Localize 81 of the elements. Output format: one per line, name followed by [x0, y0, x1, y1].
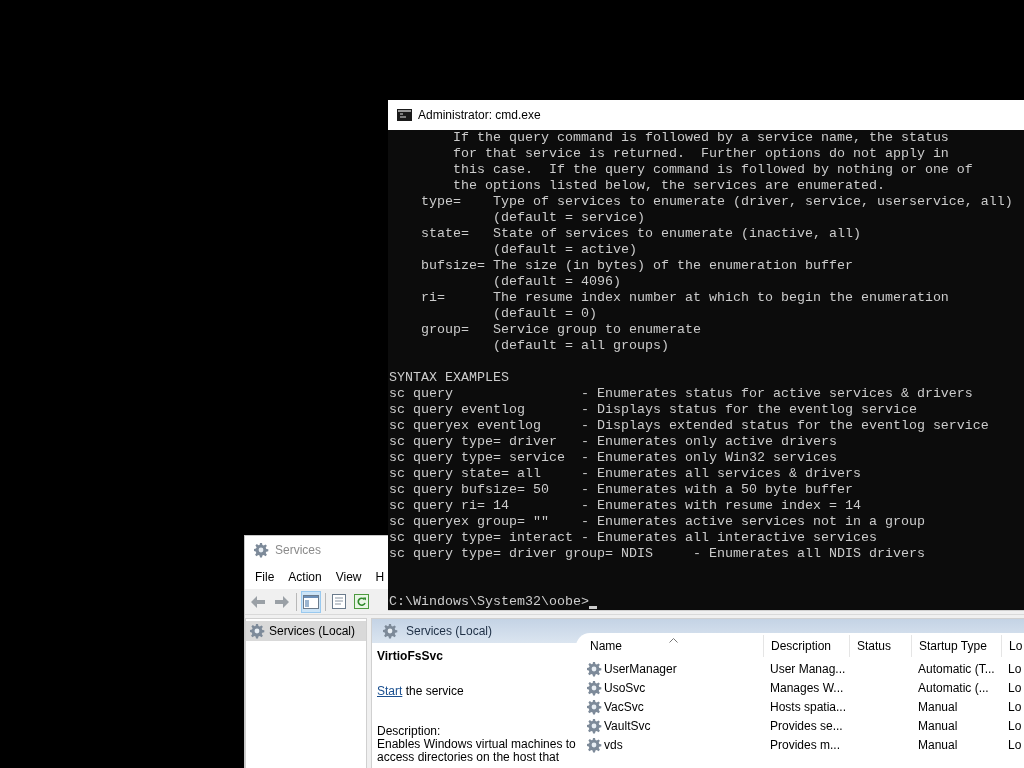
console-line: sc query type= driver group= NDIS - Enumerates all NDIS drivers	[389, 546, 926, 562]
window-title: Administrator: cmd.exe	[418, 107, 541, 124]
console-line: sc queryex eventlog - Displays extended status for the eventlog service	[389, 418, 990, 434]
table-cell-text: Automatic (T...	[917, 660, 996, 678]
console-line: sc query type= driver - Enumerates only active drivers	[389, 434, 838, 450]
services-gear-icon	[253, 542, 269, 558]
forward-arrow-icon	[274, 594, 290, 609]
table-cell-text: Manages W...	[769, 679, 845, 697]
table-cell-text: Lo	[1007, 717, 1023, 735]
service-gear-icon	[586, 736, 602, 753]
window-panel-icon	[303, 594, 319, 609]
console-line: for that service is returned. Further options do not apply in	[452, 146, 950, 162]
console-line: ri= The resume index number at which to begin the enumeration	[420, 290, 950, 306]
table-cell-text: VaultSvc	[604, 717, 651, 735]
table-cell-text: Provides se...	[769, 717, 844, 735]
console-line: (default = all groups)	[491, 338, 670, 354]
console-line: (default = 0)	[491, 306, 598, 322]
console-line: sc query ri= 14 - Enumerates with resume index = 14	[389, 498, 862, 514]
table-cell-text: Lo	[1007, 698, 1023, 716]
table-cell-text: UserManager	[604, 660, 677, 678]
console-line: type= Type of services to enumerate (driver, service, userservice, all)	[420, 194, 1014, 210]
console-line: If the query command is followed by a service name, the status	[452, 130, 950, 146]
table-cell-text: Lo	[1007, 679, 1023, 697]
refresh-icon	[354, 594, 369, 609]
start-link[interactable]: Start	[377, 684, 403, 698]
pane-title: Services (Local)	[406, 623, 493, 640]
table-cell-text: Automatic (...	[917, 679, 990, 697]
table-cell-text: vds	[604, 736, 623, 754]
console-line: sc query state= all - Enumerates all services & drivers	[389, 466, 862, 482]
menu-item[interactable]: H	[375, 567, 385, 586]
menu-item[interactable]: Action	[288, 567, 322, 586]
start-service-text: Start the service	[377, 683, 465, 700]
table-cell-text: Lo	[1007, 736, 1023, 754]
service-gear-icon	[586, 717, 602, 734]
column-header[interactable]: Description	[763, 635, 849, 657]
gear-icon	[249, 623, 265, 639]
console-line: sc query type= interact - Enumerates all interactive services	[389, 530, 878, 546]
table-cell-text: UsoSvc	[604, 679, 646, 697]
gear-icon	[382, 623, 398, 639]
console-line: bufsize= The size (in bytes) of the enumeration buffer	[420, 258, 854, 274]
table-cell-text: User Manag...	[769, 660, 847, 678]
console-line: the options listed below, the services are enumerated.	[452, 178, 886, 194]
service-gear-icon	[586, 698, 602, 715]
console-line: (default = active)	[491, 242, 638, 258]
description-text: Enables Windows virtual machines to access directories on the host that	[377, 738, 577, 764]
console-line: state= State of services to enumerate (inactive, all)	[420, 226, 862, 242]
menu-item[interactable]: View	[335, 567, 362, 586]
table-cell-text: Provides m...	[769, 736, 842, 754]
tree-item[interactable]: Services (Local)	[246, 621, 366, 641]
console-line: SYNTAX EXAMPLES	[389, 370, 510, 386]
table-cell-text: Manual	[917, 717, 959, 735]
window-title: Services	[275, 542, 321, 559]
service-gear-icon	[586, 660, 602, 677]
console-line: sc query eventlog - Displays status for the eventlog service	[389, 402, 918, 418]
console-line: sc queryex group= "" - Enumerates active services not in a group	[389, 514, 926, 530]
column-header[interactable]: Startup Type	[911, 635, 1001, 657]
console-line: sc query type= service - Enumerates only Win32 services	[389, 450, 838, 466]
document-icon	[332, 594, 346, 609]
console-line: group= Service group to enumerate	[420, 322, 702, 338]
column-header[interactable]: Status	[849, 635, 911, 657]
menu-item[interactable]: File	[255, 567, 275, 586]
table-cell-text: Manual	[917, 736, 959, 754]
column-header[interactable]: Name	[586, 635, 763, 657]
back-arrow-icon	[250, 594, 266, 609]
service-name: VirtioFsSvc	[377, 648, 444, 665]
console-line: (default = 4096)	[491, 274, 622, 290]
command-prompt: C:\Windows\System32\oobe>	[389, 594, 589, 610]
console-line: sc query bufsize= 50 - Enumerates with a 50 byte buffer	[389, 482, 854, 498]
table-cell-text: VacSvc	[604, 698, 644, 716]
column-header[interactable]: Lo	[1001, 635, 1024, 657]
console-icon	[397, 109, 412, 121]
toolbar-button[interactable]	[301, 590, 321, 613]
console-line: this case. If the query command is followed by nothing or one of	[452, 162, 974, 178]
sort-caret-icon	[669, 638, 678, 643]
description-label: Description:	[377, 724, 442, 738]
service-gear-icon	[586, 679, 602, 696]
console-line: sc query - Enumerates status for active services & drivers	[389, 386, 974, 402]
table-cell-text: Hosts spatia...	[769, 698, 848, 716]
table-cell-text: Manual	[917, 698, 959, 716]
console-line: (default = service)	[491, 210, 646, 226]
table-cell-text: Lo	[1007, 660, 1023, 678]
